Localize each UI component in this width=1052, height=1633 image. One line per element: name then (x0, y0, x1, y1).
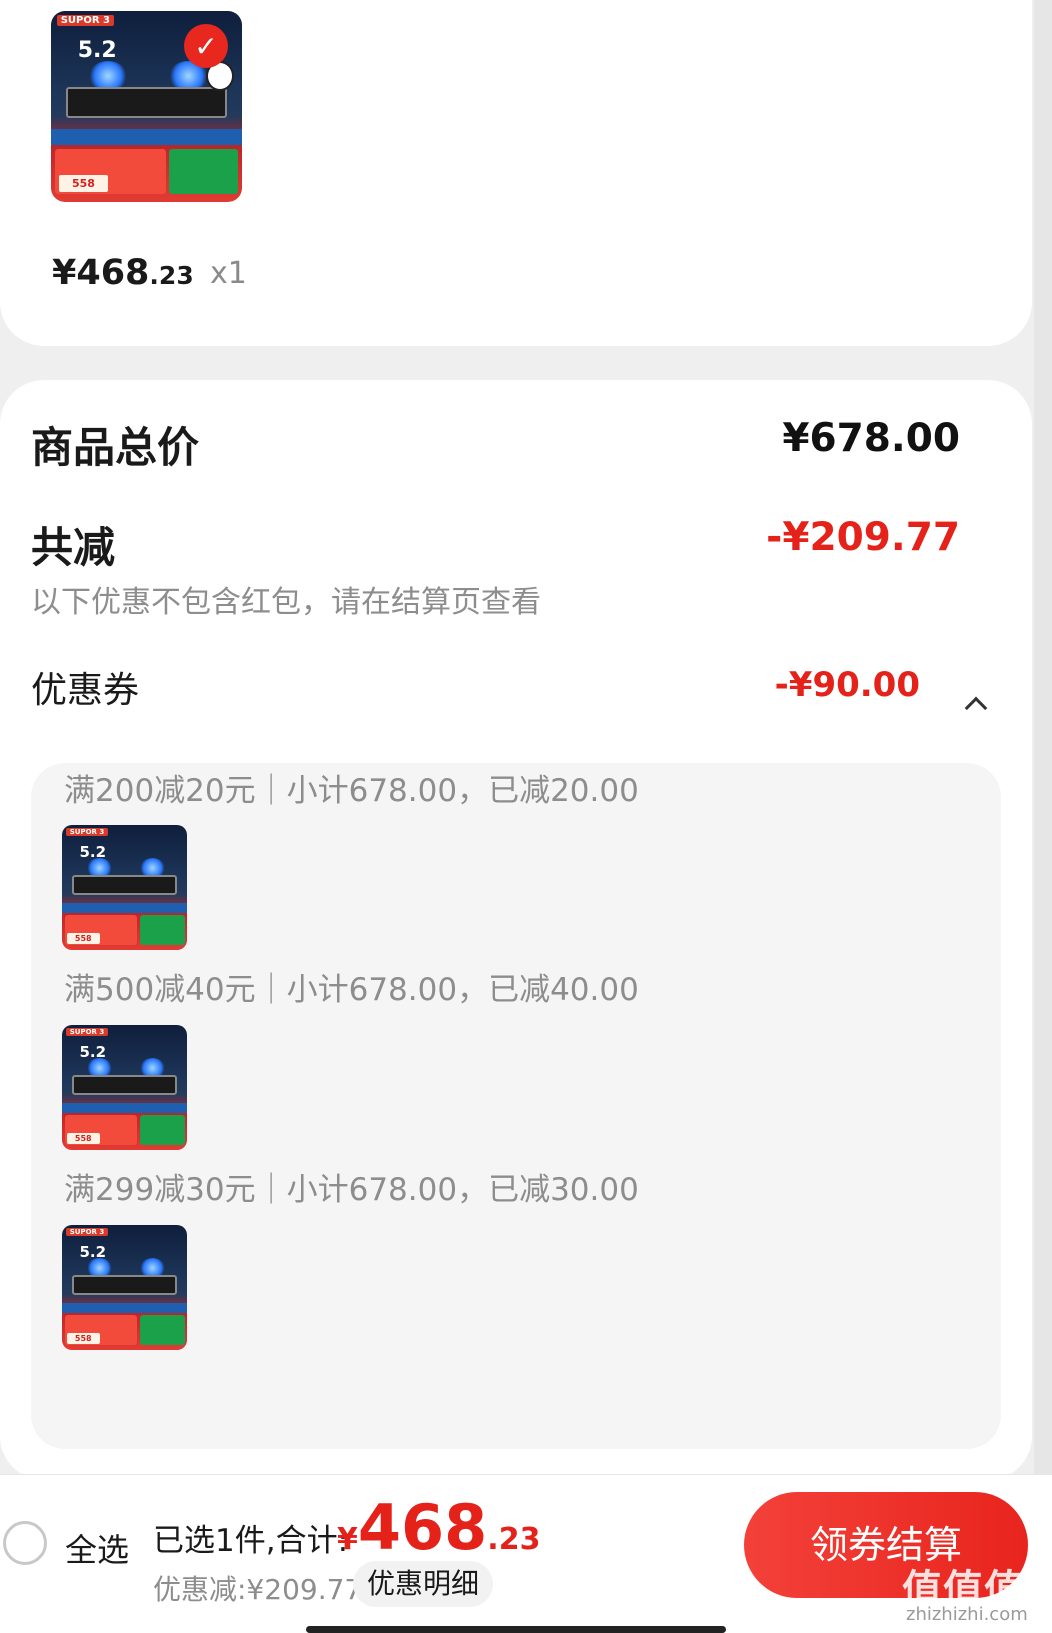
promo-block-green (139, 1315, 185, 1345)
discount-summary: 优惠减:¥209.77 (153, 1573, 363, 1606)
product-price-integer: ¥468 (52, 253, 150, 293)
product-power-text: 5.2 (77, 37, 117, 63)
stove-graphic (72, 875, 177, 895)
coupon-line: 满500减40元｜小计678.00，已减40.00 (64, 972, 639, 1008)
stove-graphic (72, 1075, 177, 1095)
coupon-product-thumbnail[interactable]: SUPOR 3 5.2 558 (62, 825, 187, 950)
product-brand-text: SUPOR 3 (65, 1227, 109, 1236)
stove-graphic (72, 1275, 177, 1295)
coupon-product-thumbnail[interactable]: SUPOR 3 5.2 558 (62, 1225, 187, 1350)
product-brand-text: SUPOR 3 (65, 827, 109, 836)
total-price-label: 商品总价 (31, 423, 200, 472)
watermark-url: zhizhizhi.com (906, 1604, 1028, 1625)
selected-count-label: 已选1件,合计: (153, 1523, 349, 1559)
install-band (62, 1302, 187, 1313)
promo-block-green (169, 148, 239, 195)
coupon-product-thumbnail[interactable]: SUPOR 3 5.2 558 (62, 1025, 187, 1150)
reduction-note: 以下优惠不包含红包，请在结算页查看 (31, 585, 541, 620)
price-tag: 558 (67, 932, 100, 944)
checkout-total-price: ¥468.23 (337, 1491, 540, 1564)
product-quantity: x1 (210, 256, 247, 291)
checkout-total-integer: 468 (357, 1491, 488, 1564)
check-icon[interactable]: ✓ (184, 24, 228, 68)
scroll-track (1034, 0, 1052, 1633)
product-price: ¥468.23 (52, 253, 194, 293)
product-brand-text: SUPOR 3 (56, 14, 115, 26)
home-indicator (306, 1626, 726, 1633)
price-tag: 558 (67, 1132, 100, 1144)
promo-block-green (139, 915, 185, 945)
install-band (62, 1102, 187, 1113)
stove-graphic (66, 87, 227, 118)
product-brand-text: SUPOR 3 (65, 1027, 109, 1036)
checkout-total-decimal: .23 (487, 1522, 541, 1557)
select-all-label[interactable]: 全选 (65, 1525, 129, 1571)
discount-detail-button[interactable]: 优惠明细 (353, 1561, 493, 1607)
coupon-line: 满299减30元｜小计678.00，已减30.00 (64, 1172, 639, 1208)
reduction-value: -¥209.77 (766, 515, 960, 560)
currency-symbol: ¥ (337, 1522, 358, 1557)
select-all-radio[interactable] (3, 1521, 47, 1565)
coupon-label[interactable]: 优惠券 (31, 661, 139, 713)
price-tag: 558 (67, 1332, 100, 1344)
promo-block-green (139, 1115, 185, 1145)
install-band (51, 129, 242, 145)
product-price-decimal: .23 (149, 261, 194, 290)
reduction-label: 共减 (31, 523, 116, 572)
install-band (62, 902, 187, 913)
price-tag: 558 (58, 175, 109, 193)
coupon-line: 满200减20元｜小计678.00，已减20.00 (64, 773, 639, 809)
total-price-value: ¥678.00 (782, 416, 960, 461)
coupon-value[interactable]: -¥90.00 (775, 665, 920, 705)
